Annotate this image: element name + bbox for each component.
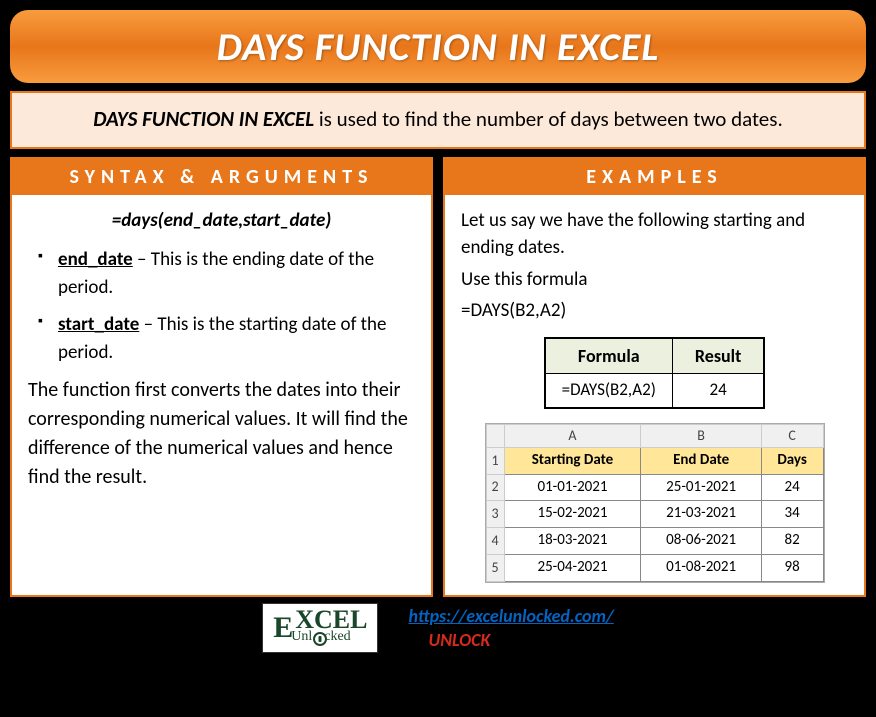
grid-cell: 25-04-2021 [504,554,641,581]
page-title: DAYS FUNCTION IN EXCEL [10,22,866,71]
logo-letter-e: E [273,611,293,645]
argument-item: start_date – This is the starting date o… [38,311,415,366]
examples-body: Let us say we have the following startin… [443,195,866,597]
grid-cell: 18-03-2021 [504,528,641,555]
grid-col-header: B [641,424,761,447]
grid-cell: 24 [761,474,823,501]
grid-cell: 82 [761,528,823,555]
grid-cell-header: End Date [641,447,761,474]
examples-intro-line: Let us say we have the following startin… [461,207,848,262]
grid-row-header: 1 [486,447,504,474]
grid-cell: 98 [761,554,823,581]
formula-result-table: Formula Result =DAYS(B2,A2) 24 [544,337,766,409]
lock-icon [313,632,327,646]
logo-text-unlocked-part2: cked [324,631,350,644]
grid-cell: 21-03-2021 [641,501,761,528]
grid-corner [486,424,504,447]
grid-row-header: 2 [486,474,504,501]
footer-link[interactable]: https://excelunlocked.com/ [408,605,613,627]
grid-row-header: 5 [486,554,504,581]
grid-cell: 15-02-2021 [504,501,641,528]
grid-cell-header: Days [761,447,823,474]
grid-row-header: 3 [486,501,504,528]
examples-intro-line: Use this formula [461,266,848,294]
fr-header-result: Result [672,338,764,374]
logo-text-xcel: XCEL [295,608,367,631]
grid-row-header: 4 [486,528,504,555]
argument-name: end_date [58,248,133,271]
grid-cell: 01-08-2021 [641,554,761,581]
argument-name: start_date [58,313,139,336]
description-text: is used to find the number of days betwe… [314,106,783,132]
grid-cell: 25-01-2021 [641,474,761,501]
syntax-formula: =days(end_date,start_date) [28,207,415,235]
syntax-explain: The function first converts the dates in… [28,376,415,492]
fr-cell-result: 24 [672,373,764,407]
grid-col-header: A [504,424,641,447]
syntax-body: =days(end_date,start_date) end_date – Th… [10,195,433,597]
description-box: DAYS FUNCTION IN EXCEL is used to find t… [10,91,866,149]
argument-list: end_date – This is the ending date of th… [38,246,415,366]
footer-unlock-text: UNLOCK [428,629,613,651]
logo: E XCEL Unl cked [262,603,378,653]
fr-cell-formula: =DAYS(B2,A2) [545,373,673,407]
syntax-header: SYNTAX & ARGUMENTS [10,157,433,195]
grid-col-header: C [761,424,823,447]
logo-text-unlocked-part1: Unl [291,631,312,644]
examples-header: EXAMPLES [443,157,866,195]
excel-grid: A B C 1 Starting Date End Date Days 2 01… [485,423,825,583]
examples-formula-line: =DAYS(B2,A2) [461,297,848,325]
description-bold: DAYS FUNCTION IN EXCEL [93,106,314,132]
grid-cell: 34 [761,501,823,528]
syntax-column: SYNTAX & ARGUMENTS =days(end_date,start_… [10,157,433,597]
fr-header-formula: Formula [545,338,673,374]
argument-item: end_date – This is the ending date of th… [38,246,415,301]
title-banner: DAYS FUNCTION IN EXCEL [10,10,866,83]
examples-column: EXAMPLES Let us say we have the followin… [443,157,866,597]
grid-cell: 01-01-2021 [504,474,641,501]
grid-cell-header: Starting Date [504,447,641,474]
grid-cell: 08-06-2021 [641,528,761,555]
footer: E XCEL Unl cked https://excelunlocked.co… [10,603,866,653]
